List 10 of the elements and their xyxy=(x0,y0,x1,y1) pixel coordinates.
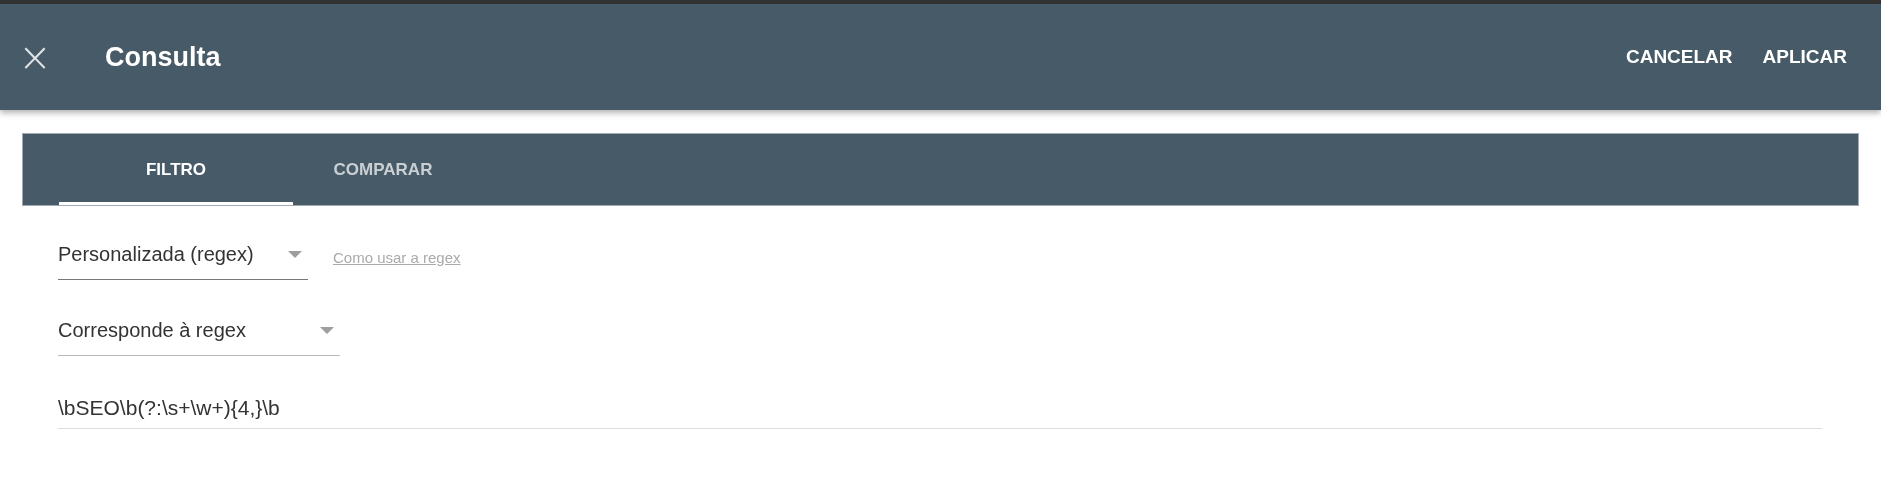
tab[interactable]: FILTRO xyxy=(59,134,293,205)
header-action-button[interactable]: APLICAR xyxy=(1754,38,1855,76)
caret-icon xyxy=(288,250,302,259)
header-action-button[interactable]: CANCELAR xyxy=(1617,38,1741,76)
tab[interactable]: COMPARAR xyxy=(293,134,473,205)
match-type-select[interactable]: Corresponde à regex xyxy=(58,310,340,356)
filter-type-select[interactable]: Personalizada (regex) xyxy=(58,234,308,280)
dialog-title: Consulta xyxy=(105,41,221,73)
caret-icon xyxy=(320,326,334,335)
close-button[interactable]: × xyxy=(15,37,55,77)
